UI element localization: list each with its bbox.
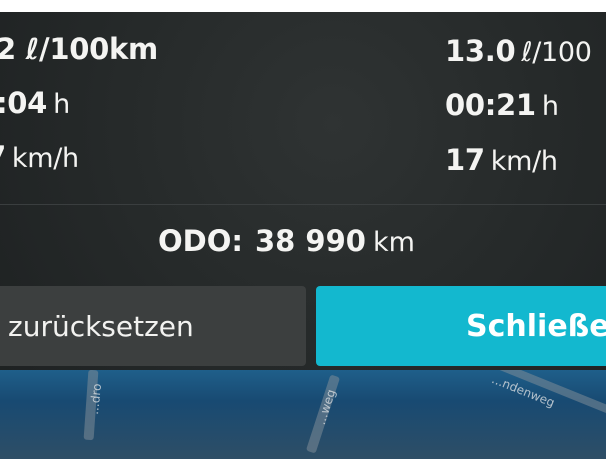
right-speed-unit: km/h: [490, 146, 558, 177]
trip-computer-screen: 2 ℓ/100km :04h 7km/h 13.0ℓ/100 00:21h 17…: [0, 12, 606, 459]
close-button-label: Schließen: [466, 308, 606, 344]
section-divider: [0, 204, 606, 205]
left-duration: :04 h: [0, 86, 70, 120]
left-speed-unit: km/h: [11, 143, 79, 174]
right-consumption-unit: ℓ/100: [521, 37, 592, 68]
right-duration-unit: h: [541, 91, 559, 122]
right-speed-value: 17: [445, 143, 485, 177]
street-label: ...dro: [86, 382, 105, 416]
left-duration-value: :04: [0, 86, 48, 120]
left-consumption: 2 ℓ/100km: [0, 32, 158, 66]
left-consumption-text: 2 ℓ/100km: [0, 32, 158, 66]
right-consumption-value: 13.0: [445, 34, 516, 68]
odometer: ODO: 38 990 km: [158, 224, 415, 258]
left-speed-value: 7: [0, 140, 6, 174]
right-duration-value: 00:21: [445, 88, 536, 122]
map-background: ...dro ...weg ...ndenweg: [0, 370, 606, 459]
reset-button-label: zurücksetzen: [8, 309, 194, 343]
left-duration-unit: h: [53, 89, 70, 120]
reset-button[interactable]: zurücksetzen: [0, 286, 306, 366]
right-speed: 17 km/h: [445, 143, 558, 177]
right-duration: 00:21 h: [445, 88, 559, 122]
odometer-label: ODO:: [158, 224, 243, 258]
street-label: ...weg: [313, 387, 339, 427]
odometer-unit: km: [372, 227, 415, 258]
close-button[interactable]: Schließen: [316, 286, 606, 366]
left-speed: 7km/h: [0, 140, 79, 174]
right-consumption: 13.0 ℓ/100: [445, 34, 592, 68]
odometer-value: 38 990: [254, 224, 366, 258]
